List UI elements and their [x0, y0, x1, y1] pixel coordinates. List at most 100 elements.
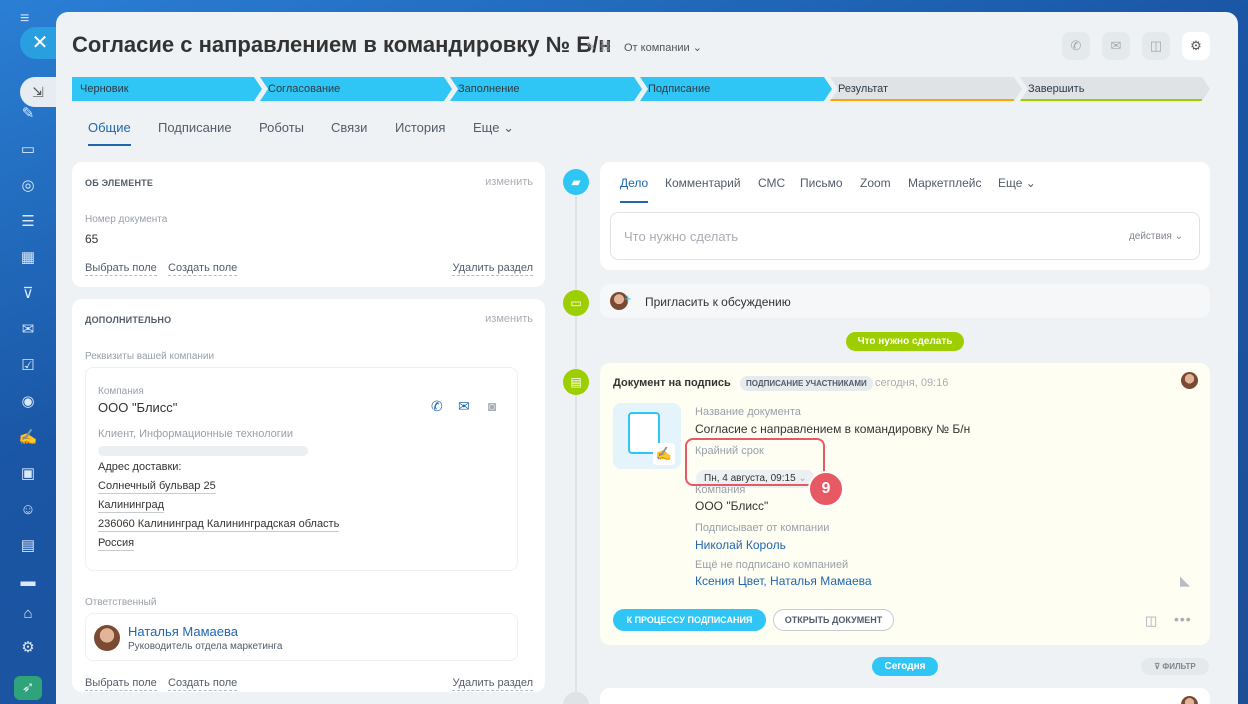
blurred-field: [98, 446, 308, 456]
reminder-icon[interactable]: ◣: [1180, 573, 1190, 589]
tab-sms[interactable]: СМС: [758, 176, 785, 190]
requisites-label: Реквизиты вашей компании: [85, 351, 215, 362]
card-icon[interactable]: ▣: [16, 462, 40, 486]
responsible-role: Руководитель отдела маркетинга: [128, 641, 283, 652]
tab-links[interactable]: Связи: [331, 120, 367, 135]
documents-icon[interactable]: ✎: [16, 102, 40, 126]
address-line: Калининград: [98, 499, 165, 513]
edit-link[interactable]: изменить: [485, 313, 533, 325]
bot-icon[interactable]: ⌂: [16, 602, 40, 626]
address-line: Россия: [98, 537, 135, 551]
stage-draft[interactable]: Черновик: [72, 77, 262, 101]
document-thumbnail[interactable]: ✍: [613, 403, 681, 469]
filter-icon[interactable]: ⊽: [16, 282, 40, 306]
history-icon: [563, 692, 589, 704]
storage-icon[interactable]: ▬: [16, 570, 40, 594]
crm-icon[interactable]: ◎: [16, 174, 40, 198]
tab-history[interactable]: История: [395, 120, 445, 135]
more-icon[interactable]: •••: [1174, 611, 1192, 627]
document-slider: Согласие с направлением в командировку №…: [56, 12, 1238, 704]
chat-icon[interactable]: ◙: [488, 398, 496, 414]
filter-button[interactable]: ⊽ ФИЛЬТР: [1141, 658, 1209, 675]
stage-result[interactable]: Результат: [830, 77, 1022, 101]
tab-signing[interactable]: Подписание: [158, 120, 232, 135]
edit-link[interactable]: изменить: [485, 176, 533, 188]
edit-title-icon[interactable]: ✎ ⛓: [586, 40, 612, 53]
client-label: Клиент, Информационные технологии: [98, 428, 294, 440]
chat-icon[interactable]: ◫: [1142, 32, 1170, 60]
activity-icon: ▰: [563, 169, 589, 195]
tab-email[interactable]: Письмо: [800, 176, 843, 190]
signer-label: Подписывает от компании: [695, 522, 830, 534]
stage-filling[interactable]: Заполнение: [450, 77, 642, 101]
tasks-icon[interactable]: ☰: [16, 210, 40, 234]
phone-icon[interactable]: ✆: [431, 398, 443, 415]
address-label: Адрес доставки:: [98, 461, 182, 473]
plus-icon: +: [624, 291, 632, 306]
menu-icon[interactable]: ≡: [20, 10, 29, 28]
stage-signing[interactable]: Подписание: [640, 77, 832, 101]
signer-name[interactable]: Николай Король: [695, 538, 786, 552]
todo-placeholder: Что нужно сделать: [624, 229, 738, 244]
chat-icon[interactable]: ▭: [16, 138, 40, 162]
actions-dropdown[interactable]: действия ⌄: [1129, 231, 1183, 242]
tab-marketplace[interactable]: Маркетплейс: [908, 176, 982, 190]
create-field-link[interactable]: Создать поле: [168, 676, 238, 691]
comment-icon: ▭: [563, 290, 589, 316]
timeline-line: [575, 192, 577, 704]
settings-icon[interactable]: ⚙: [16, 636, 40, 660]
select-field-link[interactable]: Выбрать поле: [85, 261, 157, 276]
sign-icon[interactable]: ✍: [16, 426, 40, 450]
checklist-icon[interactable]: ☑: [16, 354, 40, 378]
page-title: Согласие с направлением в командировку №…: [72, 32, 612, 57]
select-field-link[interactable]: Выбрать поле: [85, 676, 157, 691]
stage-finish[interactable]: Завершить: [1020, 77, 1210, 101]
tab-robots[interactable]: Роботы: [259, 120, 304, 135]
phone-icon[interactable]: ✆: [1062, 32, 1090, 60]
calendar-icon[interactable]: ▦: [16, 246, 40, 270]
rocket-icon[interactable]: ➶: [14, 676, 42, 700]
delete-section-link[interactable]: Удалить раздел: [452, 676, 533, 691]
stage-approval[interactable]: Согласование: [260, 77, 452, 101]
responsible-name[interactable]: Наталья Мамаева: [128, 624, 238, 639]
chevron-down-icon: ⌄: [692, 42, 702, 54]
close-slider-button[interactable]: ✕: [20, 27, 56, 59]
step-number-badge: 9: [808, 471, 844, 507]
not-signed-names[interactable]: Ксения Цвет, Наталья Мамаева: [695, 574, 872, 588]
invite-bar[interactable]: + Пригласить к обсуждению: [600, 284, 1210, 318]
activity-tabs: Дело Комментарий СМС Письмо Zoom Маркетп…: [620, 176, 1200, 206]
create-field-link[interactable]: Создать поле: [168, 261, 238, 276]
goal-icon[interactable]: ◉: [16, 390, 40, 414]
company-selector[interactable]: От компании ⌄: [624, 41, 702, 54]
settings-gear-icon[interactable]: ⚙: [1182, 32, 1210, 60]
doc-number-value: 65: [85, 232, 99, 246]
tab-comment[interactable]: Комментарий: [665, 176, 741, 190]
address-line: Солнечный бульвар 25: [98, 480, 216, 494]
delete-section-link[interactable]: Удалить раздел: [452, 261, 533, 276]
note-icon[interactable]: ◫: [1145, 613, 1157, 629]
signature-icon: ✍: [653, 443, 675, 465]
tab-more[interactable]: Еще ⌄: [998, 176, 1036, 190]
tab-more[interactable]: Еще ⌄: [473, 120, 514, 136]
responsible-box: Наталья Мамаева Руководитель отдела марк…: [85, 613, 518, 661]
tab-task[interactable]: Дело: [620, 176, 649, 203]
avatar[interactable]: [1181, 696, 1198, 704]
section-title: ДОПОЛНИТЕЛЬНО: [85, 315, 172, 325]
doc-name: Согласие с направлением в командировку №…: [695, 422, 971, 436]
mail-icon[interactable]: ✉: [1102, 32, 1130, 60]
file-icon[interactable]: ▤: [16, 534, 40, 558]
mail-icon[interactable]: ✉: [16, 318, 40, 342]
to-signing-process-button[interactable]: К ПРОЦЕССУ ПОДПИСАНИЯ: [613, 609, 766, 631]
mail-icon[interactable]: ✉: [458, 398, 470, 415]
not-signed-label: Ещё не подписано компанией: [695, 559, 849, 571]
tab-zoom[interactable]: Zoom: [860, 176, 891, 190]
avatar[interactable]: [94, 625, 120, 651]
avatar[interactable]: [1181, 372, 1198, 389]
users-icon[interactable]: ☺: [16, 498, 40, 522]
tab-general[interactable]: Общие: [88, 120, 131, 146]
todo-pill: Что нужно сделать: [846, 332, 964, 351]
todo-input[interactable]: Что нужно сделать действия ⌄: [610, 212, 1200, 260]
document-icon: ▤: [563, 369, 589, 395]
open-document-button[interactable]: ОТКРЫТЬ ДОКУМЕНТ: [773, 609, 894, 631]
stage-bar: Черновик Согласование Заполнение Подписа…: [72, 77, 1222, 101]
